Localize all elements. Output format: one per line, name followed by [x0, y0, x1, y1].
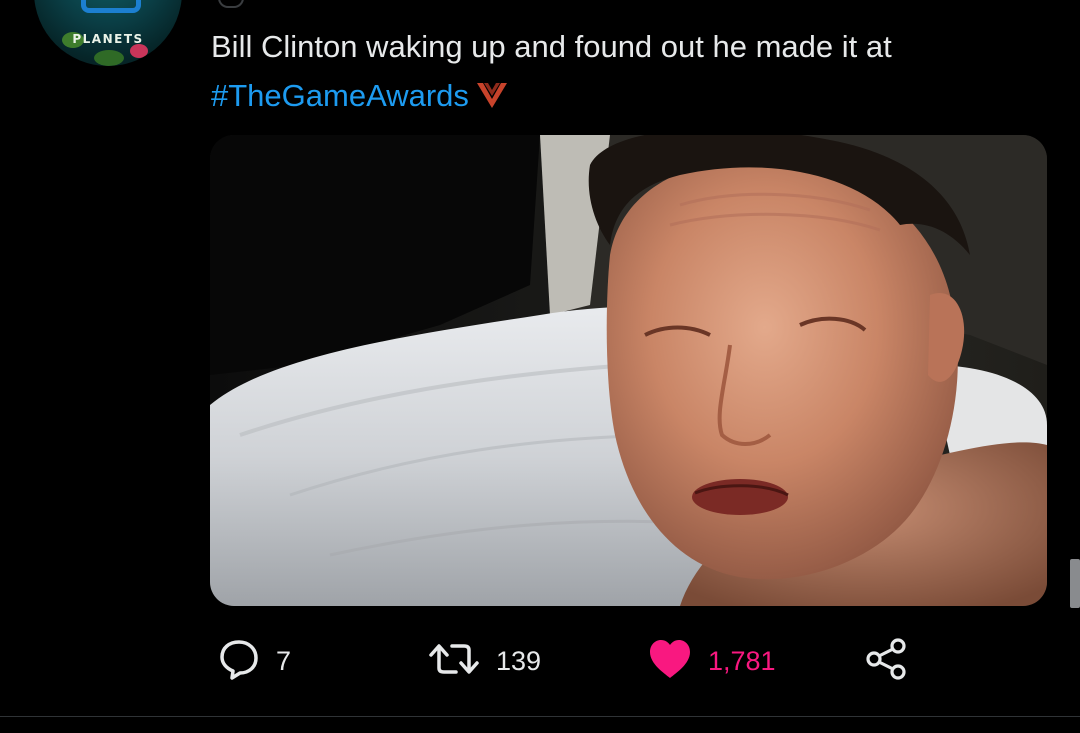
tweet-text-body: Bill Clinton waking up and found out he … [211, 29, 892, 64]
scrollbar-thumb[interactable] [1070, 559, 1080, 608]
hashtag-link[interactable]: #TheGameAwards [211, 78, 469, 113]
retweet-count: 139 [496, 645, 542, 676]
share-button[interactable] [862, 636, 910, 686]
reply-button[interactable]: 7 [216, 636, 291, 686]
game-awards-v-icon [475, 75, 509, 124]
avatar-logo-icon [81, 0, 141, 13]
like-button[interactable]: 1,781 [646, 636, 776, 686]
avatar-decoration [130, 44, 148, 58]
tweet-divider [0, 716, 1080, 717]
speech-bubble-icon [216, 636, 262, 687]
avatar-brand-text: PLANETS [72, 32, 144, 46]
retweet-arrows-icon [426, 636, 482, 687]
more-icon [218, 0, 244, 8]
like-count: 1,781 [708, 645, 776, 676]
tweet-action-bar: 7 139 1,781 [210, 636, 930, 686]
retweet-button[interactable]: 139 [426, 636, 541, 686]
share-nodes-icon [862, 636, 910, 687]
tweet-media-photo[interactable] [210, 135, 1047, 606]
tweet-page: PLANETS Bill Clinton waking up and found… [0, 0, 1080, 733]
author-avatar[interactable]: PLANETS [34, 0, 182, 66]
avatar-decoration [94, 50, 124, 66]
heart-icon [646, 636, 694, 687]
tweet-text: Bill Clinton waking up and found out he … [211, 22, 1071, 124]
reply-count: 7 [276, 645, 292, 676]
